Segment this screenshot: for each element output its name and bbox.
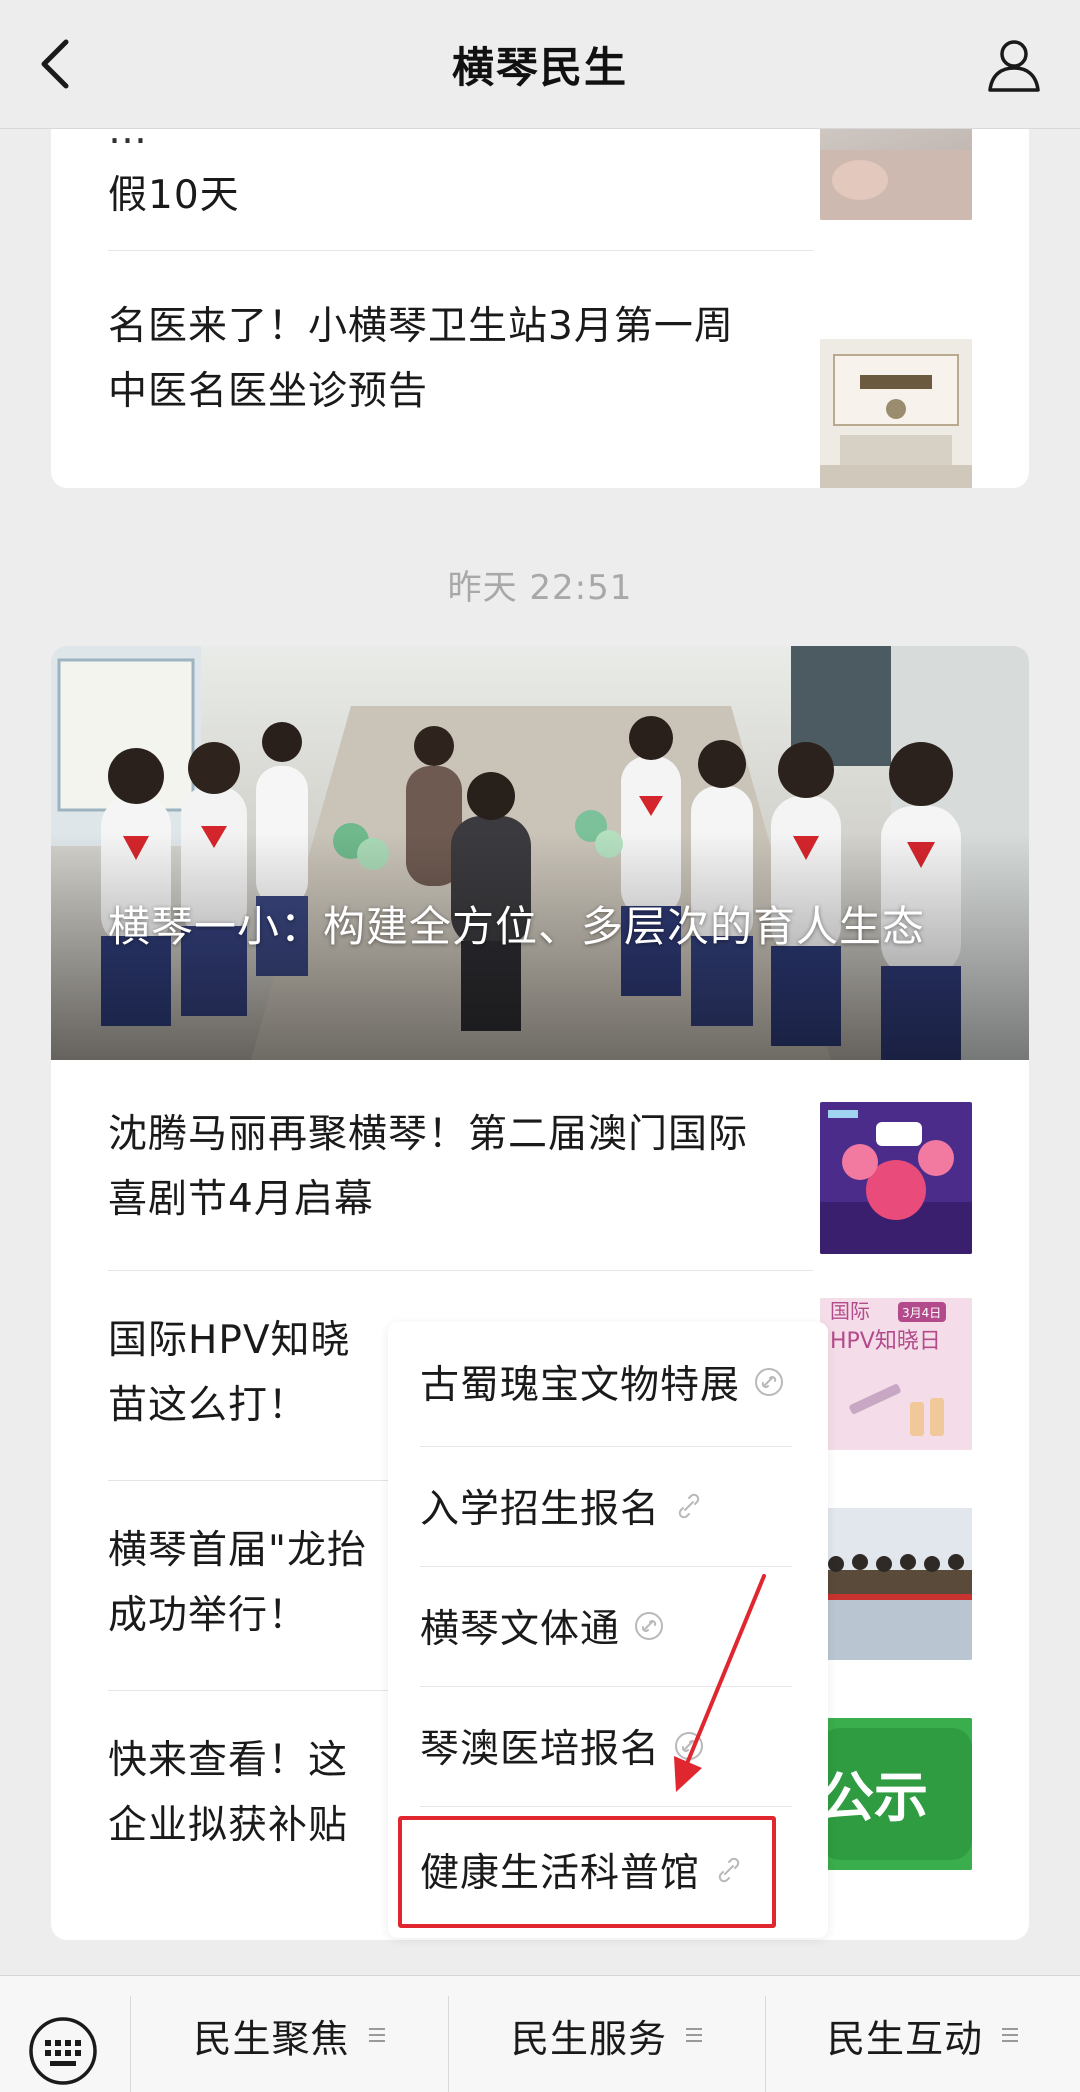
article-title: 名医来了！小横琴卫生站3月第一周中医名医坐诊预告 — [108, 304, 734, 414]
list-item[interactable]: 名医来了！小横琴卫生站3月第一周中医名医坐诊预告 — [51, 250, 1029, 488]
menu-tab-label: 民生互动 — [826, 2016, 983, 2061]
article-title: 假10天 — [108, 173, 240, 218]
thumbnail-text: 3月4日 — [902, 1306, 941, 1320]
menu-tab-services[interactable]: 民生服务 — [449, 2000, 765, 2070]
message-timestamp: 昨天 22:51 — [447, 568, 633, 608]
highlight-box-annotation — [398, 1816, 776, 1928]
thumbnail-text: HPV知晓日 — [830, 1329, 941, 1354]
hero-image — [51, 646, 1029, 1060]
thumbnail-text: 国际 — [830, 1299, 870, 1323]
article-title: 国际HPV知晓苗这么打！ — [108, 1318, 351, 1428]
menu-tab-label: 民生服务 — [510, 2016, 667, 2061]
submenu-item-label: 古蜀瑰宝文物特展 — [420, 1363, 741, 1408]
hero-article[interactable]: 横琴一小：构建全方位、多层次的育人生态 — [51, 646, 1029, 1060]
submenu-item-label: 横琴文体通 — [420, 1607, 621, 1652]
menu-lines-icon — [686, 2028, 702, 2042]
hero-article-title: 横琴一小：构建全方位、多层次的育人生态 — [108, 902, 926, 951]
menu-tab-focus[interactable]: 民生聚焦 — [131, 2000, 448, 2070]
article-title: 横琴首届"龙抬成功举行！ — [108, 1528, 367, 1638]
keyboard-icon[interactable] — [28, 2016, 98, 2086]
page-title: 横琴民生 — [451, 43, 628, 92]
link-icon — [755, 1368, 784, 1396]
submenu-item-label: 入学招生报名 — [420, 1487, 661, 1532]
menu-tab-label: 民生聚焦 — [193, 2016, 350, 2061]
submenu-item-school-enrollment[interactable]: 入学招生报名 — [420, 1446, 790, 1566]
menu-lines-icon — [1002, 2028, 1018, 2042]
article-thumbnail — [820, 1102, 972, 1254]
user-profile-icon[interactable] — [984, 34, 1044, 94]
article-thumbnail — [820, 339, 972, 488]
menu-lines-icon — [368, 2028, 385, 2042]
thumbnail-text: 公示 — [820, 1766, 928, 1829]
red-arrow-annotation — [674, 1574, 766, 1792]
divider — [420, 1806, 792, 1807]
submenu-item-label: 琴澳医培报名 — [420, 1727, 661, 1772]
article-thumbnail: 国际 3月4日 HPV知晓日 — [820, 1298, 972, 1450]
article-title: 快来查看！这企业拟获补贴 — [108, 1738, 349, 1848]
menu-tab-interaction[interactable]: 民生互动 — [766, 2000, 1080, 2070]
submenu-item-relics-exhibition[interactable]: 古蜀瑰宝文物特展 — [420, 1322, 790, 1442]
article-title: 沈腾马丽再聚横琴！第二届澳门国际喜剧节4月启幕 — [108, 1112, 749, 1222]
bottom-menu-bar: 民生聚焦 民生服务 民生互动 — [0, 1975, 1080, 2092]
article-thumbnail — [820, 1508, 972, 1660]
link-icon — [678, 1493, 700, 1519]
list-item[interactable]: 沈腾马丽再聚横琴！第二届澳门国际喜剧节4月启幕 — [51, 1060, 1029, 1270]
top-nav-bar: 横琴民生 — [0, 0, 1080, 129]
article-thumbnail: 公示 — [820, 1718, 972, 1870]
